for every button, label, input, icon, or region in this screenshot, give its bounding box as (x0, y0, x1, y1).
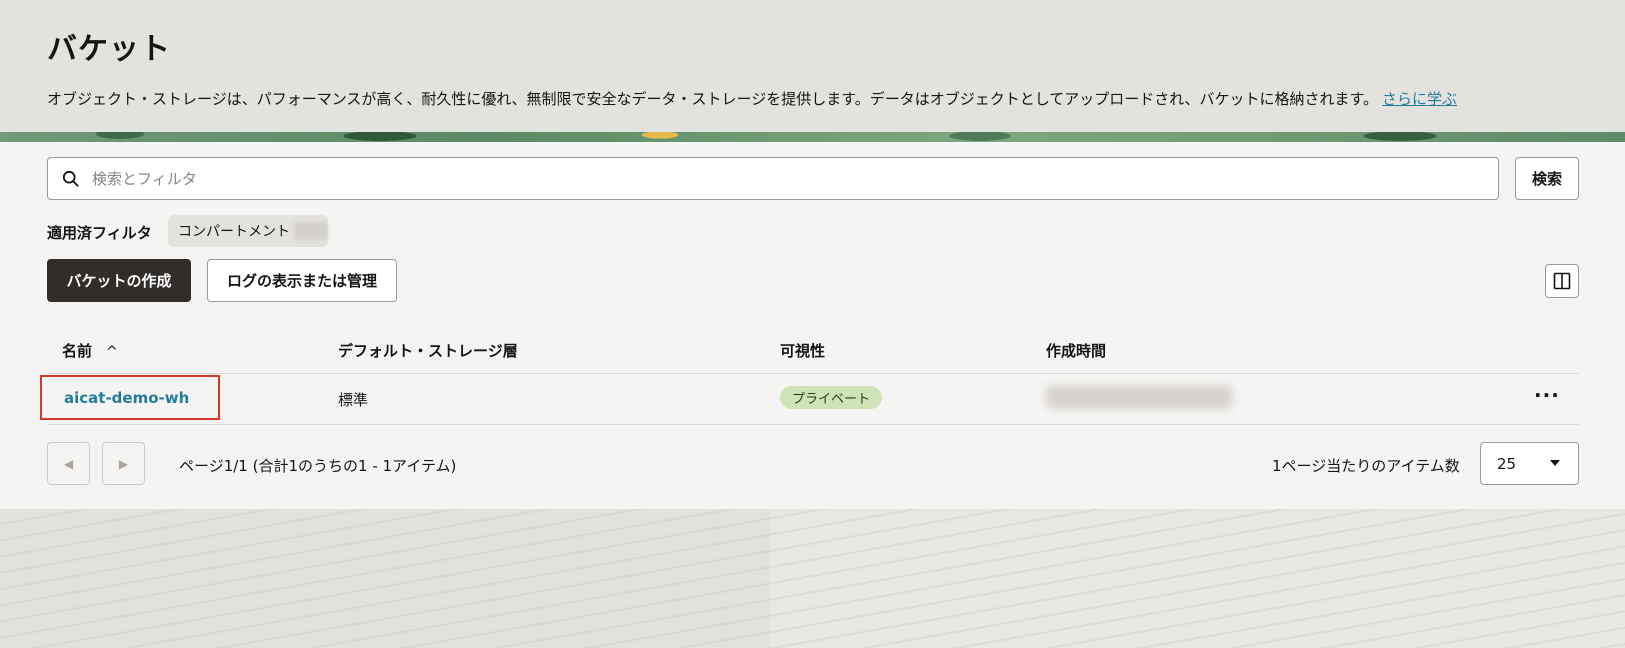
items-per-page-value: 25 (1497, 454, 1517, 473)
search-icon (62, 170, 79, 187)
previous-page-button[interactable]: ◀ (47, 442, 90, 485)
column-header-created[interactable]: 作成時間 (1046, 340, 1106, 361)
storage-tier-cell: 標準 (338, 391, 369, 409)
page-title: バケット (47, 32, 171, 67)
create-bucket-button[interactable]: バケットの作成 (47, 259, 191, 302)
search-button[interactable]: 検索 (1515, 157, 1579, 200)
table-divider (47, 373, 1579, 374)
filter-chip-label: コンパートメント (178, 224, 290, 240)
items-per-page-select[interactable]: 25 (1480, 442, 1579, 485)
bucket-name-link[interactable]: aicat-demo-wh (40, 375, 220, 420)
columns-toggle-button[interactable] (1545, 264, 1579, 298)
items-per-page-label: 1ページ当たりのアイテム数 (1272, 457, 1460, 475)
row-actions-menu[interactable]: ··· (1534, 383, 1560, 407)
page-description: オブジェクト・ストレージは、パフォーマンスが高く、耐久性に優れ、無制限で安全なデ… (47, 88, 1457, 109)
column-header-visibility[interactable]: 可視性 (780, 340, 825, 361)
next-page-button[interactable]: ▶ (102, 442, 145, 485)
chevron-left-icon: ◀ (63, 456, 74, 471)
table-divider (47, 424, 1579, 425)
column-header-storage-tier[interactable]: デフォルト・ストレージ層 (338, 340, 518, 361)
redacted-created-time (1046, 385, 1232, 409)
chevron-up-icon[interactable]: ^ (106, 344, 118, 360)
search-box[interactable] (47, 157, 1499, 200)
page-header: バケット オブジェクト・ストレージは、パフォーマンスが高く、耐久性に優れ、無制限… (0, 0, 1625, 132)
learn-more-link[interactable]: さらに学ぶ (1382, 90, 1457, 108)
compartment-filter-chip[interactable]: コンパートメント (168, 215, 328, 247)
decorative-banner (0, 132, 1625, 142)
column-header-name[interactable]: 名前 ^ (62, 340, 118, 361)
view-logs-button[interactable]: ログの表示または管理 (207, 259, 397, 302)
description-text: オブジェクト・ストレージは、パフォーマンスが高く、耐久性に優れ、無制限で安全なデ… (47, 90, 1378, 108)
chevron-right-icon: ▶ (118, 456, 129, 471)
visibility-badge: プライベート (780, 386, 883, 409)
pagination-info: ページ1/1 (合計1のうちの1 - 1アイテム) (179, 457, 457, 475)
background-pattern (0, 509, 1625, 648)
redacted-value (294, 222, 328, 240)
columns-icon (1553, 272, 1571, 290)
chevron-down-icon (1550, 460, 1560, 466)
applied-filters-label: 適用済フィルタ (47, 224, 152, 242)
search-input[interactable] (92, 158, 1482, 199)
